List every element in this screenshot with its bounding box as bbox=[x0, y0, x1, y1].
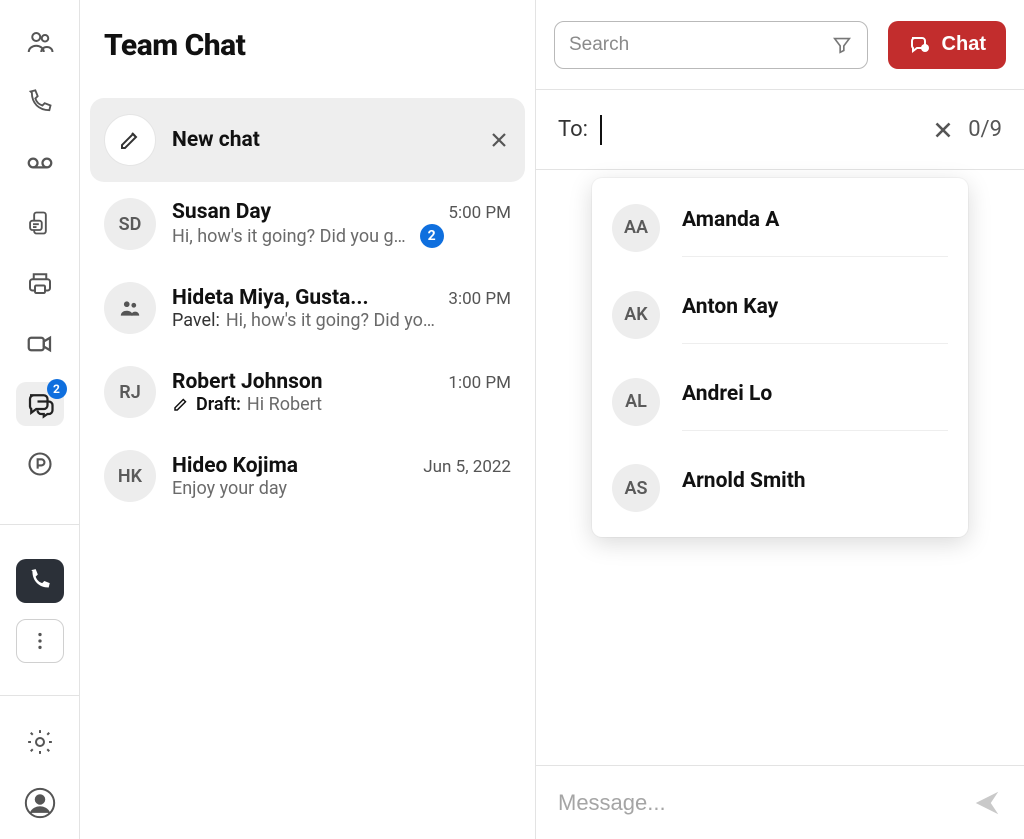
text-caret bbox=[600, 115, 602, 145]
group-icon bbox=[104, 282, 156, 334]
suggestion-name: Amanda A bbox=[682, 198, 948, 257]
more-button[interactable] bbox=[16, 619, 64, 663]
message-composer bbox=[536, 765, 1024, 839]
chat-icon[interactable]: 2 bbox=[16, 382, 64, 426]
send-icon[interactable] bbox=[972, 788, 1002, 818]
suggestion-item[interactable]: AK Anton Kay bbox=[592, 271, 968, 358]
conversation-panel: Team Chat New chat SD bbox=[80, 0, 536, 839]
dialpad-button[interactable] bbox=[16, 559, 64, 603]
rail-separator-bottom bbox=[0, 695, 79, 696]
conversation-name: Hideta Miya, Gusta... bbox=[172, 286, 369, 310]
conversation-item[interactable]: Hideta Miya, Gusta... 3:00 PM Pavel: Hi,… bbox=[90, 266, 525, 350]
draft-icon bbox=[172, 395, 190, 413]
suggestion-item[interactable]: AA Amanda A bbox=[592, 184, 968, 271]
contacts-icon[interactable] bbox=[16, 20, 64, 64]
suggestion-name: Anton Kay bbox=[682, 285, 948, 344]
settings-icon[interactable] bbox=[16, 720, 64, 764]
park-icon[interactable] bbox=[16, 442, 64, 486]
suggestion-item[interactable]: AS Arnold Smith bbox=[592, 445, 968, 531]
recipient-bar[interactable]: To: 0/9 bbox=[536, 90, 1024, 170]
compose-icon bbox=[104, 114, 156, 166]
conversation-preview: Enjoy your day bbox=[172, 478, 287, 499]
clear-icon[interactable] bbox=[930, 117, 956, 143]
avatar: RJ bbox=[104, 366, 156, 418]
nav-rail: 2 bbox=[0, 0, 80, 839]
conversation-item[interactable]: HK Hideo Kojima Jun 5, 2022 Enjoy your d… bbox=[90, 434, 525, 518]
close-icon[interactable] bbox=[487, 128, 511, 152]
chat-unread-badge: 2 bbox=[47, 379, 67, 399]
page-title: Team Chat bbox=[104, 28, 245, 63]
conversation-name: Hideo Kojima bbox=[172, 454, 298, 478]
search-field[interactable] bbox=[554, 21, 868, 69]
conversation-preview: Hi Robert bbox=[247, 394, 322, 415]
account-icon[interactable] bbox=[16, 781, 64, 825]
conversation-time: Jun 5, 2022 bbox=[423, 457, 511, 477]
avatar: AA bbox=[612, 204, 660, 252]
avatar: HK bbox=[104, 450, 156, 502]
unread-badge: 2 bbox=[420, 224, 444, 248]
recipient-suggestions: AA Amanda A AK Anton Kay AL Andrei Lo AS… bbox=[592, 178, 968, 537]
conversation-name: Robert Johnson bbox=[172, 370, 323, 394]
compose-panel: Chat To: 0/9 AA Amanda A AK Anton Kay AL… bbox=[536, 0, 1024, 839]
conversation-time: 5:00 PM bbox=[448, 203, 511, 223]
search-input[interactable] bbox=[569, 34, 831, 56]
conversation-new-chat[interactable]: New chat bbox=[90, 98, 525, 182]
sender-prefix: Pavel: bbox=[172, 310, 220, 331]
new-chat-button[interactable]: Chat bbox=[888, 21, 1006, 69]
suggestion-name: Andrei Lo bbox=[682, 372, 948, 431]
avatar: AS bbox=[612, 464, 660, 512]
conversation-item[interactable]: RJ Robert Johnson 1:00 PM Draft: Hi Robe… bbox=[90, 350, 525, 434]
phone-icon[interactable] bbox=[16, 80, 64, 124]
filter-icon[interactable] bbox=[831, 34, 853, 56]
conversation-preview: Hi, how's it going? Did you g… bbox=[172, 226, 406, 247]
video-icon[interactable] bbox=[16, 321, 64, 365]
fax-icon[interactable] bbox=[16, 261, 64, 305]
chat-button-label: Chat bbox=[942, 33, 986, 56]
sms-icon[interactable] bbox=[16, 201, 64, 245]
message-input[interactable] bbox=[558, 790, 956, 816]
suggestion-item[interactable]: AL Andrei Lo bbox=[592, 358, 968, 445]
conversation-list: New chat SD Susan Day 5:00 PM Hi, how's … bbox=[80, 90, 535, 518]
to-label: To: bbox=[558, 117, 588, 142]
voicemail-icon[interactable] bbox=[16, 141, 64, 185]
conversation-preview: Hi, how's it going? Did yo… bbox=[226, 310, 435, 331]
draft-label: Draft: bbox=[196, 394, 241, 415]
conversation-name: New chat bbox=[172, 128, 260, 152]
conversation-name: Susan Day bbox=[172, 200, 271, 224]
avatar: SD bbox=[104, 198, 156, 250]
suggestion-name: Arnold Smith bbox=[682, 459, 948, 517]
conversation-time: 3:00 PM bbox=[448, 289, 511, 309]
conversation-time: 1:00 PM bbox=[448, 373, 511, 393]
rail-separator bbox=[0, 524, 79, 525]
header: Team Chat bbox=[80, 0, 535, 90]
avatar: AL bbox=[612, 378, 660, 426]
chat-bubble-icon bbox=[908, 33, 932, 57]
recipient-counter: 0/9 bbox=[968, 117, 1002, 142]
toolbar: Chat bbox=[536, 0, 1024, 90]
conversation-item[interactable]: SD Susan Day 5:00 PM Hi, how's it going?… bbox=[90, 182, 525, 266]
avatar: AK bbox=[612, 291, 660, 339]
